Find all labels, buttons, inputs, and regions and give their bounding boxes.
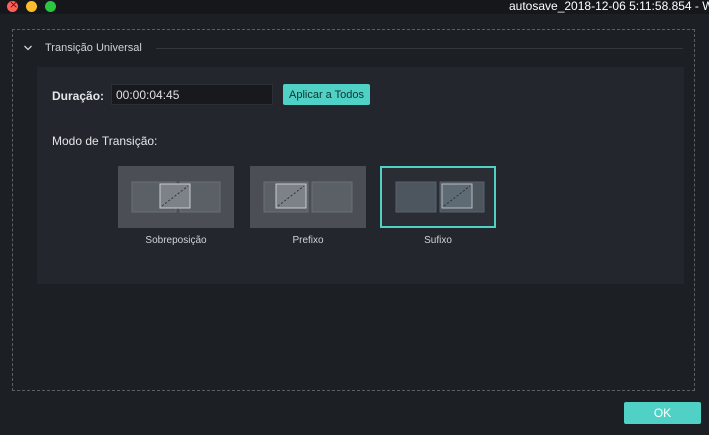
section-title: Transição Universal bbox=[45, 42, 142, 54]
window-title: autosave_2018-12-06 5:11:58.854 - W bbox=[509, 0, 709, 13]
mode-option-label: Prefixo bbox=[292, 235, 324, 246]
mode-option-overlap[interactable]: Sobreposição bbox=[118, 166, 234, 246]
overlap-diagram-icon bbox=[131, 181, 221, 213]
duration-input[interactable] bbox=[111, 84, 273, 105]
settings-content: Duração: Aplicar a Todos Modo de Transiç… bbox=[37, 67, 684, 284]
section-header[interactable]: Transição Universal bbox=[23, 40, 683, 56]
ok-button[interactable]: OK bbox=[624, 402, 701, 424]
suffix-thumbnail[interactable] bbox=[380, 166, 496, 228]
close-window-button[interactable] bbox=[7, 0, 18, 12]
chevron-down-icon[interactable] bbox=[23, 43, 33, 53]
overlap-thumbnail[interactable] bbox=[118, 166, 234, 228]
zoom-window-button[interactable] bbox=[45, 1, 56, 12]
suffix-diagram-icon bbox=[395, 181, 485, 213]
transition-mode-label: Modo de Transição: bbox=[52, 134, 158, 148]
apply-to-all-button[interactable]: Aplicar a Todos bbox=[283, 84, 370, 105]
title-bar: autosave_2018-12-06 5:11:58.854 - W bbox=[0, 0, 709, 14]
minimize-window-button[interactable] bbox=[26, 1, 37, 12]
transition-panel: Transição Universal Duração: Aplicar a T… bbox=[12, 29, 695, 391]
prefix-thumbnail[interactable] bbox=[250, 166, 366, 228]
prefix-diagram-icon bbox=[263, 181, 353, 213]
duration-label: Duração: bbox=[52, 89, 105, 103]
mode-option-label: Sobreposição bbox=[145, 235, 207, 246]
mode-option-prefix[interactable]: Prefixo bbox=[250, 166, 366, 246]
mode-option-label: Sufixo bbox=[424, 235, 452, 246]
mode-option-suffix[interactable]: Sufixo bbox=[380, 166, 496, 246]
header-divider bbox=[155, 47, 683, 49]
